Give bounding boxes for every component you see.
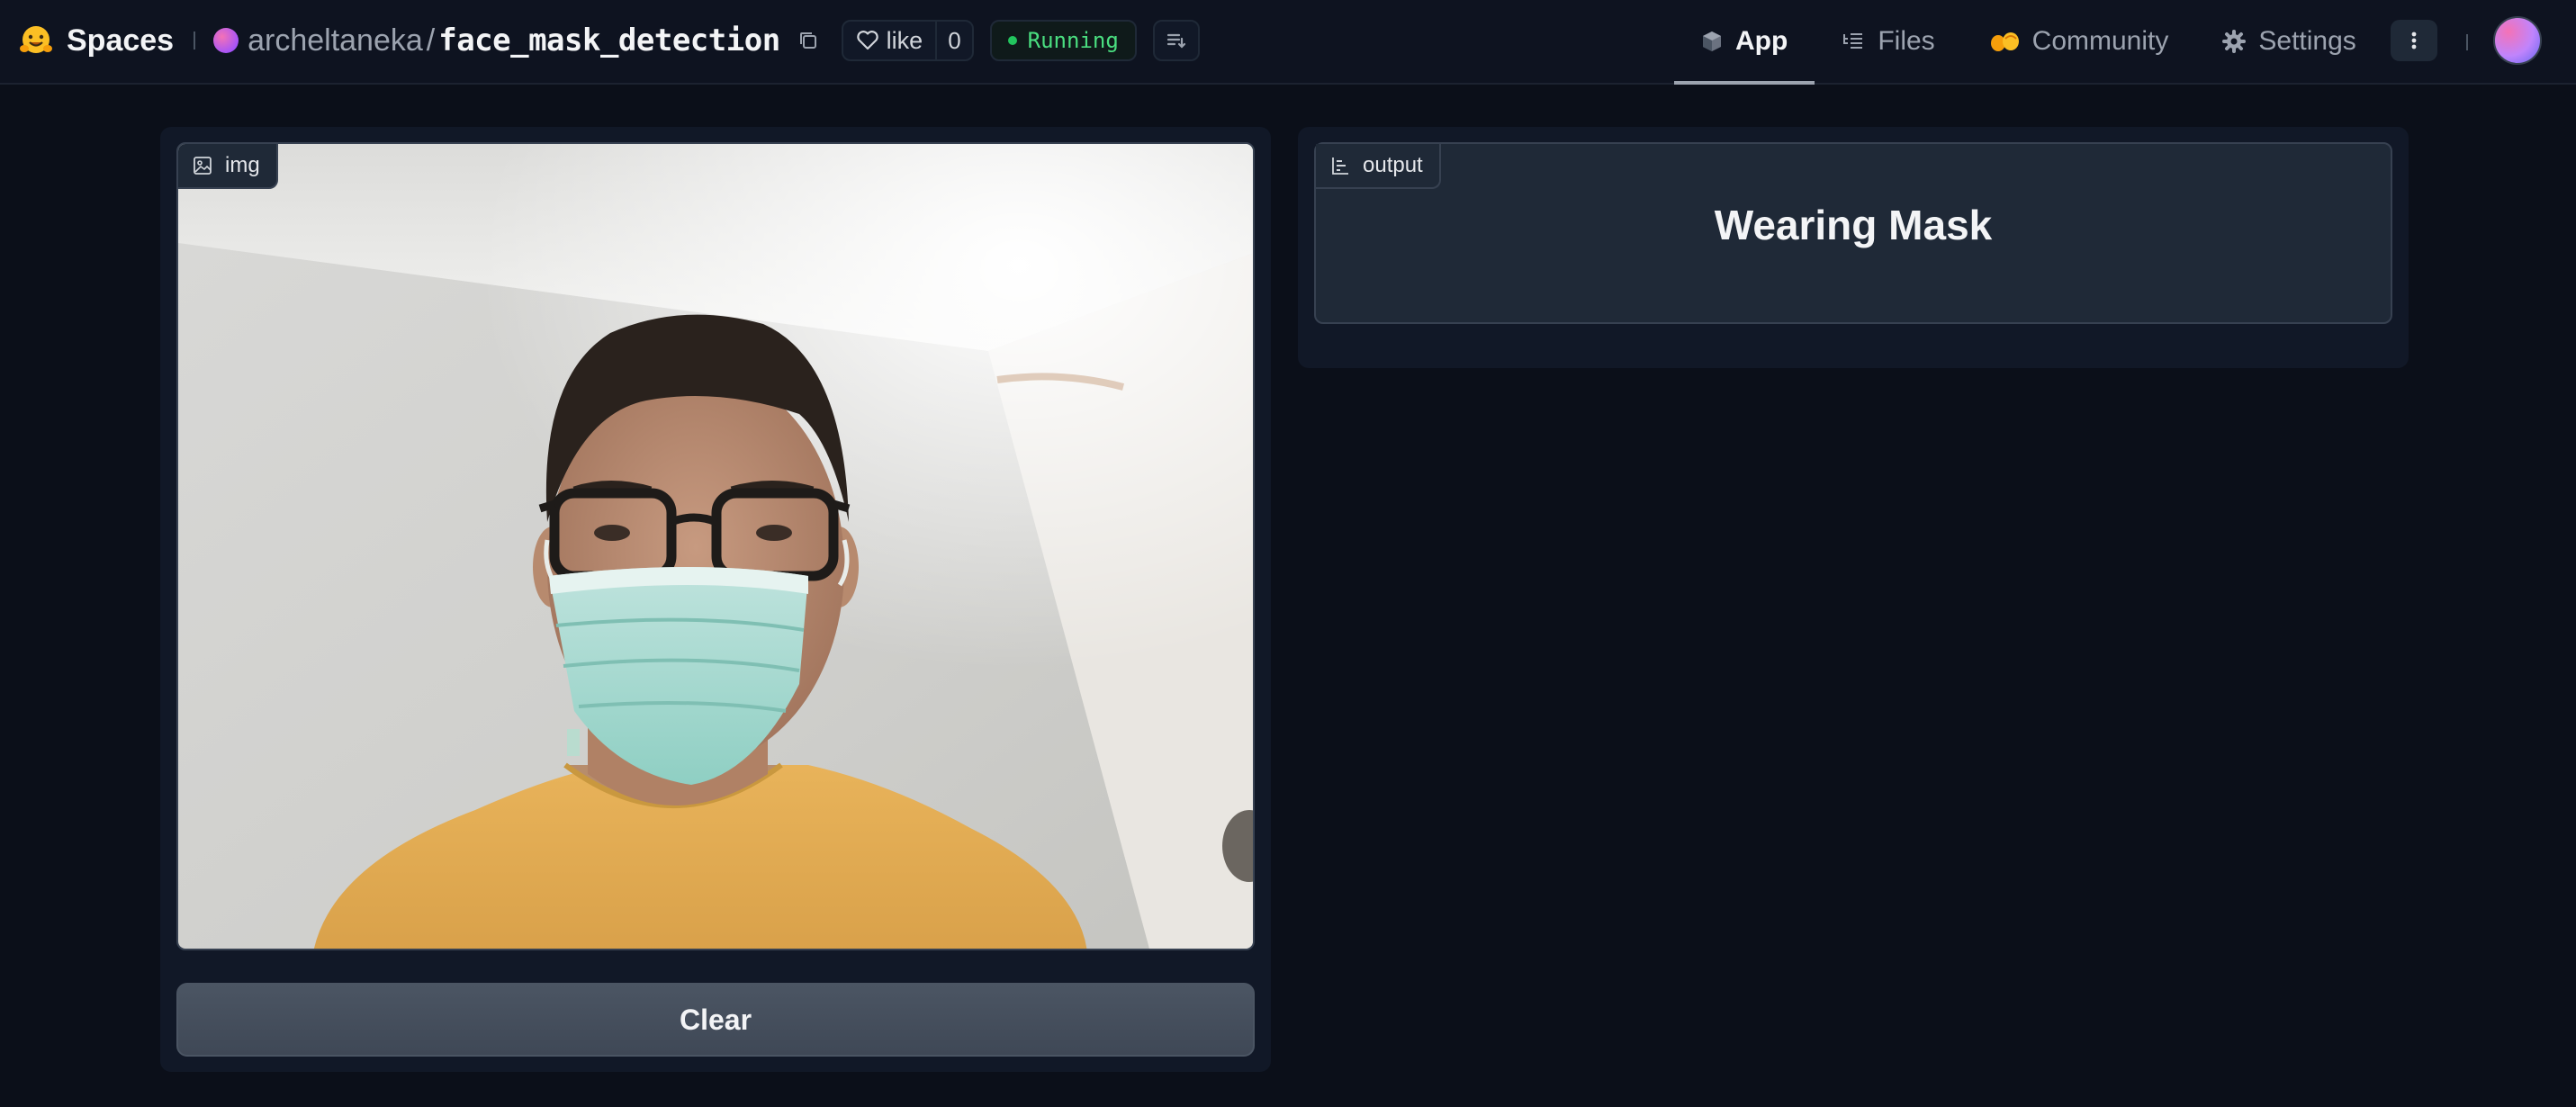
tab-settings-label: Settings [2258, 26, 2356, 56]
like-button[interactable]: like [843, 22, 936, 59]
tab-app[interactable]: App [1674, 0, 1815, 85]
top-header: Spaces archeltaneka / face_mask_detectio… [0, 0, 2576, 85]
logs-icon [1166, 33, 1185, 49]
output-panel: output Wearing Mask [1298, 127, 2409, 368]
repo-name-link[interactable]: face_mask_detection [438, 22, 780, 58]
tab-files-label: Files [1878, 26, 1935, 56]
spaces-logo[interactable]: Spaces [18, 22, 174, 58]
gear-icon [2222, 30, 2247, 53]
bar-chart-icon [1332, 158, 1348, 175]
output-label: output [1363, 153, 1423, 177]
more-vertical-icon [2411, 32, 2417, 50]
prediction-value: Wearing Mask [1714, 202, 1993, 248]
like-label: like [886, 26, 923, 54]
header-left: Spaces archeltaneka / face_mask_detectio… [18, 0, 1200, 81]
output-label-box: output Wearing Mask [1314, 142, 2392, 324]
img-label: img [225, 153, 260, 177]
path-separator: / [426, 22, 436, 58]
webcam-photo [178, 144, 1253, 949]
tab-settings[interactable]: Settings [2195, 0, 2382, 83]
status-dot-icon [1007, 36, 1017, 45]
clear-button[interactable]: Clear [176, 983, 1255, 1057]
like-count[interactable]: 0 [935, 22, 971, 59]
copy-icon[interactable] [795, 27, 822, 54]
img-label-tag: img [178, 144, 278, 189]
output-label-tag: output [1316, 144, 1441, 189]
header-divider-right [2466, 34, 2468, 50]
image-icon [194, 157, 212, 175]
hugging-face-icon [20, 26, 52, 53]
status-badge[interactable]: Running [989, 20, 1137, 61]
more-options-button[interactable] [2391, 20, 2437, 61]
logs-button[interactable] [1152, 20, 1200, 61]
cube-icon [1703, 32, 1721, 51]
user-avatar[interactable] [2493, 16, 2542, 65]
community-icon [1990, 32, 2019, 51]
heart-icon [856, 31, 878, 50]
files-icon [1843, 33, 1863, 49]
input-panel: img Clear [160, 127, 1271, 1072]
image-input[interactable]: img [176, 142, 1255, 950]
owner-link[interactable]: archeltaneka [248, 23, 423, 58]
brand-label: Spaces [67, 22, 175, 58]
tab-app-label: App [1735, 26, 1788, 56]
tab-files[interactable]: Files [1815, 0, 1961, 83]
tab-community[interactable]: Community [1962, 0, 2196, 83]
owner-avatar[interactable] [213, 28, 239, 53]
like-group: like 0 [841, 20, 974, 61]
tab-community-label: Community [2031, 26, 2169, 56]
space-nav: App Files Community Settings [1674, 0, 2383, 85]
header-divider [194, 32, 196, 50]
status-label: Running [1027, 28, 1119, 53]
